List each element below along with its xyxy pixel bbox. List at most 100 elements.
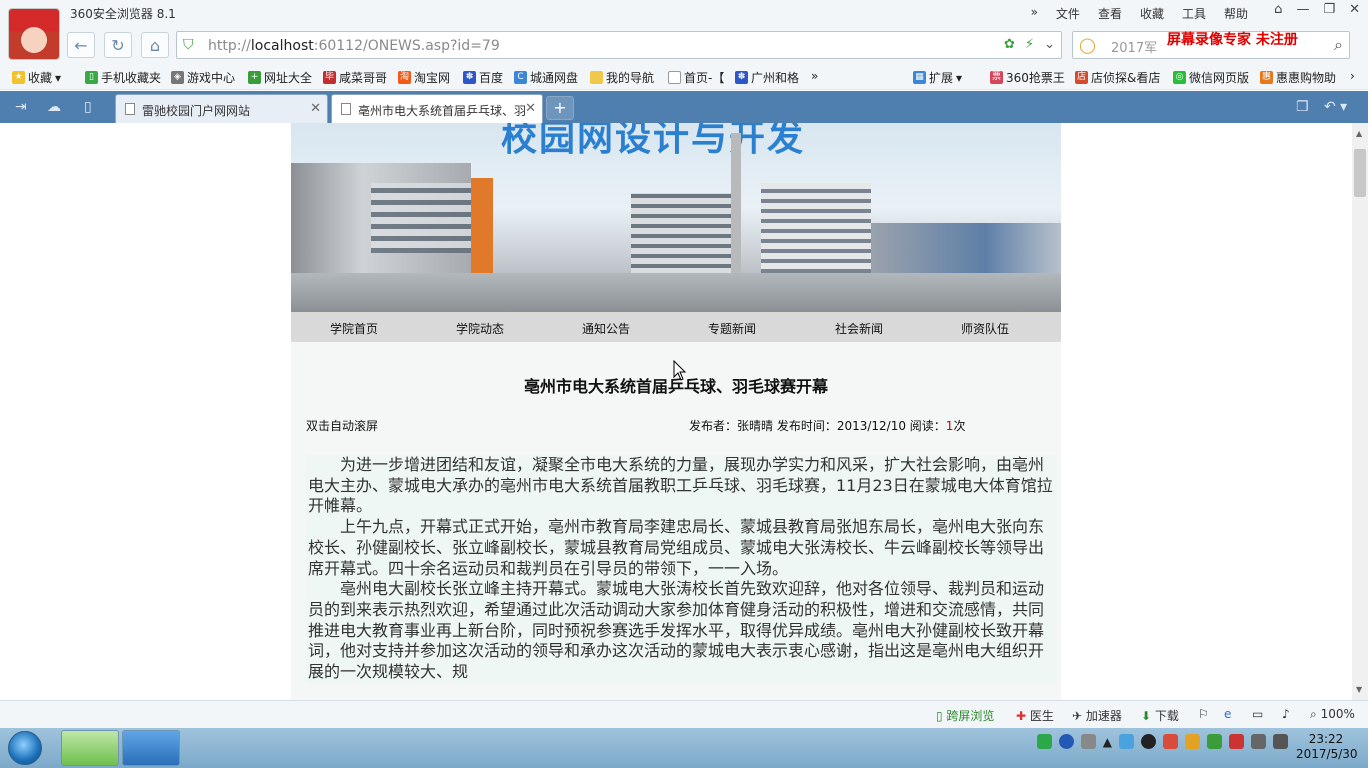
volume-icon[interactable]: ♪ [1282, 707, 1290, 721]
minimize-icon[interactable]: — [1296, 2, 1309, 17]
menu-arrows-icon[interactable]: » [1031, 5, 1038, 22]
url-path: :60112/ONEWS.asp?id=79 [313, 38, 500, 54]
scroll-thumb[interactable] [1354, 149, 1366, 197]
bookmark-baidu[interactable]: ✽ 百度 [463, 69, 503, 86]
window-title: 360安全浏览器 8.1 [70, 7, 176, 21]
bookmark-label: 咸菜哥哥 [339, 71, 388, 85]
doctor-button[interactable]: ✚ 医生 [1016, 707, 1054, 724]
browser-menu: » 文件 查看 收藏 工具 帮助 [1031, 5, 1248, 22]
restore-icon[interactable]: ❐ [1323, 2, 1335, 17]
page-icon [341, 103, 351, 115]
bookmark-wechat[interactable]: ◎ 微信网页版 [1173, 69, 1249, 86]
qq-icon[interactable] [1141, 734, 1156, 749]
menu-view[interactable]: 查看 [1098, 5, 1122, 22]
new-tab-button[interactable]: + [546, 96, 574, 120]
huihui-icon: 惠 [1260, 71, 1273, 84]
menu-file[interactable]: 文件 [1056, 5, 1080, 22]
back-button[interactable]: ← [67, 32, 95, 58]
start-button[interactable] [8, 731, 42, 765]
menu-tools[interactable]: 工具 [1182, 5, 1206, 22]
tray-expand-icon[interactable]: ▲ [1103, 735, 1112, 749]
dropdown-icon[interactable]: ⌄ [1044, 37, 1055, 52]
volume-icon[interactable] [1273, 734, 1288, 749]
nav-special-news[interactable]: 专题新闻 [708, 320, 756, 337]
bookmark-shopspy[interactable]: 店店侦探&看店 [1075, 69, 1160, 86]
tray-app-icon[interactable] [1080, 734, 1096, 749]
nav-faculty[interactable]: 师资队伍 [961, 320, 1009, 337]
extensions-button[interactable]: ▦ 扩展 ▾ [913, 69, 962, 86]
nav-college-news[interactable]: 学院动态 [456, 320, 504, 337]
ie-icon[interactable]: e [1224, 707, 1231, 721]
taskbar-360-browser[interactable] [61, 730, 119, 766]
user-avatar[interactable] [8, 8, 60, 60]
compat-mode-icon[interactable]: ✿ [1004, 37, 1015, 52]
scroll-up-icon[interactable]: ▲ [1356, 129, 1362, 138]
address-bar[interactable]: ⛉ http://localhost:60112/ONEWS.asp?id=79… [176, 31, 1062, 59]
undo-close-icon[interactable]: ↶ ▾ [1324, 99, 1347, 115]
tab-school-portal[interactable]: 雷驰校园门户网网站 ✕ [115, 94, 328, 123]
refresh-button[interactable]: ↻ [104, 32, 132, 58]
tray-app-icon[interactable] [1229, 734, 1244, 749]
tower-image [731, 133, 741, 283]
cross-screen-button[interactable]: ▯ 跨屏浏览 [936, 707, 994, 724]
meta-suffix: 次 [953, 419, 966, 433]
bookmark-huihui[interactable]: 惠惠惠购物助 [1260, 69, 1336, 86]
tray-app-icon[interactable] [1036, 734, 1052, 749]
menu-help[interactable]: 帮助 [1224, 5, 1248, 22]
bookmarks-more-icon[interactable]: › [1350, 69, 1355, 83]
close-tab-icon[interactable]: ✕ [525, 101, 536, 116]
bookmark-nav[interactable]: 我的导航 [590, 69, 654, 86]
search-icon[interactable]: ⌕ [1334, 35, 1343, 55]
vertical-scrollbar[interactable]: ▲ ▼ [1352, 123, 1368, 700]
home-button[interactable]: ⌂ [141, 32, 169, 58]
window-icon[interactable]: ▭ [1252, 707, 1263, 721]
address-bar-icons: ✿ ⚡ ⌄ [1004, 37, 1055, 52]
tab-label: 亳州市电大系统首届乒乓球、羽 [358, 104, 527, 118]
nav-notices[interactable]: 通知公告 [582, 320, 630, 337]
accelerator-button[interactable]: ✈ 加速器 [1072, 707, 1122, 724]
status-label: 下载 [1154, 709, 1179, 723]
nav-social-news[interactable]: 社会新闻 [835, 320, 883, 337]
zoom-control[interactable]: ⌕ 100% [1310, 707, 1355, 722]
article-paragraph: 亳州电大副校长张立峰主持开幕式。蒙城电大张涛校长首先致欢迎辞，他对各位领导、裁判… [308, 579, 1045, 682]
site-navigation: 学院首页 学院动态 通知公告 专题新闻 社会新闻 师资队伍 [291, 312, 1061, 342]
bookmark-favorites[interactable]: ★ 收藏 ▾ [12, 69, 61, 86]
taskbar-wps[interactable] [122, 730, 180, 766]
speed-mode-icon[interactable]: ⚡ [1025, 37, 1034, 52]
bookmark-sites[interactable]: + 网址大全 [248, 69, 312, 86]
system-tray: ▲ [1036, 734, 1288, 749]
phone-icon[interactable]: ▯ [84, 99, 92, 115]
bookmark-taobao[interactable]: 淘淘宝网 [398, 69, 450, 86]
bookmark-mobile[interactable]: ▯ 手机收藏夹 [85, 69, 161, 86]
network-icon[interactable] [1251, 734, 1266, 749]
nav-home[interactable]: 学院首页 [330, 320, 378, 337]
flag-icon[interactable]: ⚐ [1198, 707, 1209, 721]
bookmark-home[interactable]: 首页-【 [668, 69, 724, 86]
tray-app-icon[interactable] [1185, 734, 1200, 749]
star-icon: ★ [12, 71, 25, 84]
auto-scroll-link[interactable]: 双击自动滚屏 [306, 417, 378, 434]
menu-favorites[interactable]: 收藏 [1140, 5, 1164, 22]
url-text[interactable]: http://localhost:60112/ONEWS.asp?id=79 [208, 38, 500, 54]
bookmark-ticket[interactable]: 票 360抢票王 [990, 69, 1065, 86]
close-icon[interactable]: ✕ [1349, 2, 1360, 17]
scroll-down-icon[interactable]: ▼ [1356, 685, 1362, 694]
download-button[interactable]: ⬇ 下载 [1141, 707, 1179, 724]
cloud-icon[interactable]: ☁ [47, 99, 61, 115]
tab-manager-icon[interactable]: ❐ [1296, 99, 1309, 115]
taskbar-clock[interactable]: 23:22 2017/5/30 [1296, 732, 1358, 762]
help-icon[interactable] [1058, 734, 1074, 749]
tray-app-icon[interactable] [1119, 734, 1134, 749]
bookmark-guangzhou[interactable]: ✽ 广州和格 [735, 69, 799, 86]
bookmark-games[interactable]: ◈ 游戏中心 [171, 69, 235, 86]
bookmark-ctdisk[interactable]: C 城通网盘 [514, 69, 578, 86]
close-tab-icon[interactable]: ✕ [310, 101, 321, 116]
tray-app-icon[interactable] [1163, 734, 1178, 749]
sidebar-toggle-icon[interactable]: ⇥ [15, 99, 27, 115]
bookmarks-overflow-icon[interactable]: » [811, 69, 818, 83]
tray-app-icon[interactable] [1207, 734, 1222, 749]
tab-article[interactable]: 亳州市电大系统首届乒乓球、羽 ✕ [331, 94, 543, 123]
search-engine-icon[interactable]: ◯ [1079, 36, 1096, 54]
skin-icon[interactable]: ⌂ [1274, 2, 1282, 17]
bookmark-xiancai[interactable]: 毕咸菜哥哥 [323, 69, 387, 86]
